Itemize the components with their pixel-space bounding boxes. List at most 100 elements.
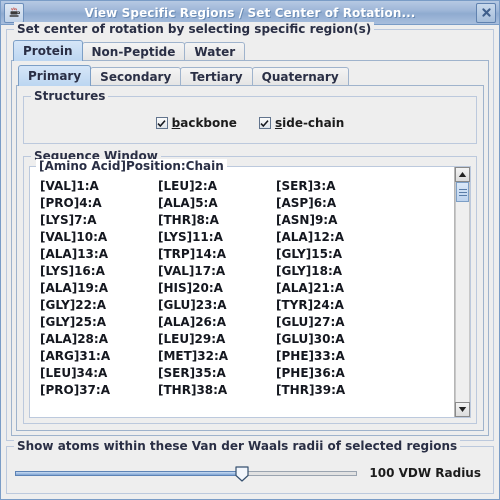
tab-primary-label: Primary (28, 69, 82, 83)
region-selection-group: Set center of rotation by selecting spec… (6, 22, 494, 441)
sequence-residue[interactable]: [THR]38:A (148, 382, 266, 399)
sequence-residue[interactable]: [PRO]4:A (30, 195, 148, 212)
sequence-residue[interactable]: [SER]3:A (266, 178, 384, 195)
tab-protein-label: Protein (23, 44, 73, 58)
sequence-residue[interactable]: [HIS]20:A (148, 280, 266, 297)
sequence-residue[interactable]: [ALA]13:A (30, 246, 148, 263)
sequence-residue[interactable]: [LEU]29:A (148, 331, 266, 348)
sequence-row[interactable]: [ARG]31:A [MET]32:A [PHE]33:A (30, 348, 454, 365)
scrollbar-grip-icon (458, 188, 467, 196)
sequence-row[interactable]: [GLY]25:A [ALA]26:A [GLU]27:A (30, 314, 454, 331)
sequence-residue[interactable]: [LYS]7:A (30, 212, 148, 229)
scroll-up-arrow-icon[interactable] (455, 167, 470, 182)
sequence-residue[interactable]: [GLU]23:A (148, 297, 266, 314)
vdw-radius-value: 100 VDW Radius (369, 466, 481, 480)
java-coffee-cup-icon (4, 2, 24, 23)
sequence-residue[interactable]: [PHE]36:A (266, 365, 384, 382)
backbone-mnemonic: b (171, 116, 181, 130)
sequence-residue[interactable]: [ASN]9:A (266, 212, 384, 229)
sequence-residue[interactable]: [ALA]5:A (148, 195, 266, 212)
sequence-residue[interactable]: [GLY]25:A (30, 314, 148, 331)
sequence-window-group: Sequence Window [Amino Acid]Position:Cha… (23, 149, 477, 424)
sequence-list-panel: [Amino Acid]Position:Chain [VAL]1:A [LEU]… (29, 159, 471, 418)
sequence-list-header: [Amino Acid]Position:Chain (36, 159, 227, 173)
sequence-residue[interactable]: [ASP]6:A (266, 195, 384, 212)
tab-secondary-label: Secondary (100, 70, 172, 84)
checkbox-side-chain[interactable]: side-chain (258, 116, 344, 130)
sequence-row[interactable]: [LYS]7:A [THR]8:A [ASN]9:A (30, 212, 454, 229)
sequence-row[interactable]: [PRO]37:A [THR]38:A [THR]39:A (30, 382, 454, 399)
backbone-rest: ackbone (180, 116, 237, 130)
sequence-residue[interactable]: [THR]39:A (266, 382, 384, 399)
sequence-residue[interactable]: [PHE]33:A (266, 348, 384, 365)
checkmark-icon (155, 117, 168, 129)
sequence-row[interactable]: [GLY]22:A [GLU]23:A [TYR]24:A (30, 297, 454, 314)
sequence-residue[interactable]: [VAL]10:A (30, 229, 148, 246)
sequence-row[interactable]: [VAL]1:A [LEU]2:A [SER]3:A (30, 178, 454, 195)
region-selection-group-title: Set center of rotation by selecting spec… (14, 22, 375, 36)
sequence-residue[interactable]: [TRP]14:A (148, 246, 266, 263)
sequence-row[interactable]: [LYS]16:A [VAL]17:A [GLY]18:A (30, 263, 454, 280)
sequence-residue[interactable]: [GLY]18:A (266, 263, 384, 280)
sequence-row[interactable]: [ALA]19:A [HIS]20:A [ALA]21:A (30, 280, 454, 297)
sequence-residue[interactable]: [VAL]1:A (30, 178, 148, 195)
sequence-row[interactable]: [VAL]10:A [LYS]11:A [ALA]12:A (30, 229, 454, 246)
vdw-radius-slider[interactable] (13, 462, 359, 484)
tab-primary[interactable]: Primary (18, 65, 92, 86)
scrollbar-thumb[interactable] (456, 182, 469, 202)
sequence-residue[interactable]: [GLY]22:A (30, 297, 148, 314)
structures-group-title: Structures (31, 89, 109, 103)
sequence-residue[interactable]: [TYR]24:A (266, 297, 384, 314)
checkmark-icon (258, 117, 271, 129)
tab-water-label: Water (194, 45, 236, 59)
sequence-residue[interactable]: [LEU]34:A (30, 365, 148, 382)
sequence-residue[interactable]: [GLY]15:A (266, 246, 384, 263)
tab-protein[interactable]: Protein (13, 40, 83, 61)
sequence-residue[interactable]: [PRO]37:A (30, 382, 148, 399)
scroll-down-arrow-icon[interactable] (455, 402, 470, 417)
scrollbar-track[interactable] (455, 182, 470, 402)
structure-level-tabstrip: Primary Secondary Tertiary Quaternary (16, 65, 484, 86)
sequence-residue[interactable]: [ALA]28:A (30, 331, 148, 348)
molecule-type-tabstrip: Protein Non-Peptide Water (11, 40, 489, 61)
sequence-residue[interactable]: [LYS]16:A (30, 263, 148, 280)
sequence-row[interactable]: [PRO]4:A [ALA]5:A [ASP]6:A (30, 195, 454, 212)
slider-thumb[interactable] (234, 466, 249, 482)
sequence-residue[interactable]: [SER]35:A (148, 365, 266, 382)
sequence-residue[interactable]: [GLU]30:A (266, 331, 384, 348)
tab-non-peptide-label: Non-Peptide (91, 45, 176, 59)
sequence-residue[interactable]: [VAL]17:A (148, 263, 266, 280)
tab-tertiary[interactable]: Tertiary (180, 67, 253, 86)
checkbox-backbone[interactable]: backbone (155, 116, 237, 130)
sequence-residue[interactable]: [THR]8:A (148, 212, 266, 229)
close-icon[interactable] (476, 2, 496, 23)
dialog-window: View Specific Regions / Set Center of Ro… (0, 0, 500, 500)
slider-fill (15, 471, 244, 476)
tab-water[interactable]: Water (184, 42, 246, 61)
checkbox-side-chain-label: side-chain (275, 116, 344, 130)
checkbox-backbone-label: backbone (172, 116, 237, 130)
tab-tertiary-label: Tertiary (190, 70, 243, 84)
sequence-residue[interactable]: [GLU]27:A (266, 314, 384, 331)
sequence-residue[interactable]: [ALA]26:A (148, 314, 266, 331)
sequence-row[interactable]: [ALA]13:A [TRP]14:A [GLY]15:A (30, 246, 454, 263)
side-chain-rest: ide-chain (282, 116, 345, 130)
tab-quaternary[interactable]: Quaternary (251, 67, 349, 86)
sequence-list[interactable]: [VAL]1:A [LEU]2:A [SER]3:A [PRO]4:A [ALA]5:A… (30, 167, 454, 417)
sequence-residue[interactable]: [ALA]21:A (266, 280, 384, 297)
sequence-row[interactable]: [LEU]34:A [SER]35:A [PHE]36:A (30, 365, 454, 382)
structures-group: Structures backbone side-chain (23, 89, 477, 144)
tab-secondary[interactable]: Secondary (90, 67, 182, 86)
tab-non-peptide[interactable]: Non-Peptide (81, 42, 186, 61)
sequence-residue[interactable]: [LYS]11:A (148, 229, 266, 246)
sequence-residue[interactable]: [ALA]19:A (30, 280, 148, 297)
primary-tab-pane: Structures backbone side-chain Sequence … (16, 85, 484, 431)
sequence-row[interactable]: [ALA]28:A [LEU]29:A [GLU]30:A (30, 331, 454, 348)
sequence-residue[interactable]: [MET]32:A (148, 348, 266, 365)
tab-quaternary-label: Quaternary (261, 70, 339, 84)
sequence-residue[interactable]: [ARG]31:A (30, 348, 148, 365)
sequence-residue[interactable]: [ALA]12:A (266, 229, 384, 246)
sequence-residue[interactable]: [LEU]2:A (148, 178, 266, 195)
window-title: View Specific Regions / Set Center of Ro… (84, 5, 416, 20)
sequence-list-scrollbar[interactable] (454, 167, 470, 417)
